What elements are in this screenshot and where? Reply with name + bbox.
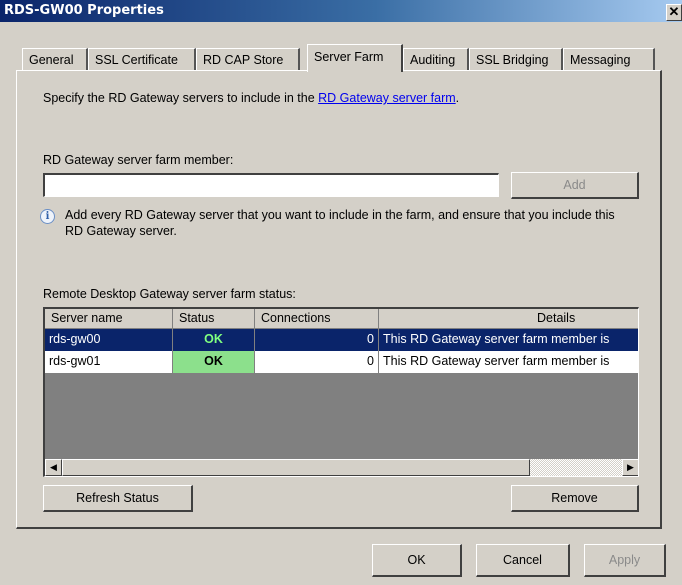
column-server-name[interactable]: Server name bbox=[45, 309, 173, 329]
tab-ssl-bridging[interactable]: SSL Bridging bbox=[469, 48, 563, 70]
info-icon: i bbox=[40, 209, 55, 224]
ok-button[interactable]: OK bbox=[372, 544, 462, 577]
properties-window: RDS-GW00 Properties ✕ General SSL Certif… bbox=[0, 0, 682, 585]
cell-connections: 0 bbox=[255, 351, 379, 373]
cancel-button[interactable]: Cancel bbox=[476, 544, 570, 577]
farm-member-input[interactable] bbox=[43, 173, 499, 197]
cell-details: This RD Gateway server farm member is bbox=[379, 329, 638, 351]
scroll-thumb[interactable] bbox=[62, 459, 530, 476]
arrow-right-icon: ▶ bbox=[627, 462, 634, 472]
member-field-label: RD Gateway server farm member: bbox=[43, 153, 234, 167]
arrow-left-icon: ◀ bbox=[50, 462, 57, 472]
column-connections[interactable]: Connections bbox=[255, 309, 379, 329]
status-badge: OK bbox=[173, 351, 255, 373]
cell-connections: 0 bbox=[255, 329, 379, 351]
tab-ssl-certificate[interactable]: SSL Certificate bbox=[88, 48, 196, 70]
cell-server-name: rds-gw01 bbox=[45, 351, 173, 373]
scroll-right-button[interactable]: ▶ bbox=[622, 459, 638, 476]
server-farm-panel: Specify the RD Gateway servers to includ… bbox=[16, 70, 662, 529]
farm-status-label: Remote Desktop Gateway server farm statu… bbox=[43, 287, 296, 301]
scroll-track[interactable] bbox=[530, 459, 622, 476]
cell-details: This RD Gateway server farm member is bbox=[379, 351, 638, 373]
refresh-status-button[interactable]: Refresh Status bbox=[43, 485, 193, 512]
add-button[interactable]: Add bbox=[511, 172, 639, 199]
table-row[interactable]: rds-gw01 OK 0 This RD Gateway server far… bbox=[45, 351, 638, 373]
status-badge: OK bbox=[173, 329, 255, 351]
close-icon: ✕ bbox=[668, 4, 680, 19]
apply-button[interactable]: Apply bbox=[584, 544, 666, 577]
intro-suffix: . bbox=[455, 91, 460, 105]
scroll-left-button[interactable]: ◀ bbox=[45, 459, 62, 476]
title-bar[interactable]: RDS-GW00 Properties ✕ bbox=[0, 0, 682, 22]
farm-status-list[interactable]: Server name Status Connections Details r… bbox=[43, 307, 639, 477]
tab-messaging[interactable]: Messaging bbox=[563, 48, 655, 70]
remove-button[interactable]: Remove bbox=[511, 485, 639, 512]
tab-rd-cap-store[interactable]: RD CAP Store bbox=[196, 48, 300, 70]
table-row[interactable]: rds-gw00 OK 0 This RD Gateway server far… bbox=[45, 329, 638, 351]
tab-general[interactable]: General bbox=[22, 48, 88, 70]
intro-prefix: Specify the RD Gateway servers to includ… bbox=[43, 91, 319, 105]
tab-auditing[interactable]: Auditing bbox=[403, 48, 469, 70]
tab-server-farm[interactable]: Server Farm bbox=[307, 44, 403, 72]
cell-server-name: rds-gw00 bbox=[45, 329, 173, 351]
list-header: Server name Status Connections Details bbox=[45, 309, 638, 329]
close-button[interactable]: ✕ bbox=[666, 4, 682, 21]
horizontal-scrollbar[interactable]: ◀ ▶ bbox=[45, 459, 638, 476]
window-title: RDS-GW00 Properties bbox=[4, 3, 164, 18]
intro-text: Specify the RD Gateway servers to includ… bbox=[43, 91, 459, 105]
farm-hint-text: Add every RD Gateway server that you wan… bbox=[65, 208, 615, 238]
column-status[interactable]: Status bbox=[173, 309, 255, 329]
column-details[interactable]: Details bbox=[379, 309, 638, 329]
server-farm-link[interactable]: RD Gateway server farm bbox=[318, 91, 456, 105]
